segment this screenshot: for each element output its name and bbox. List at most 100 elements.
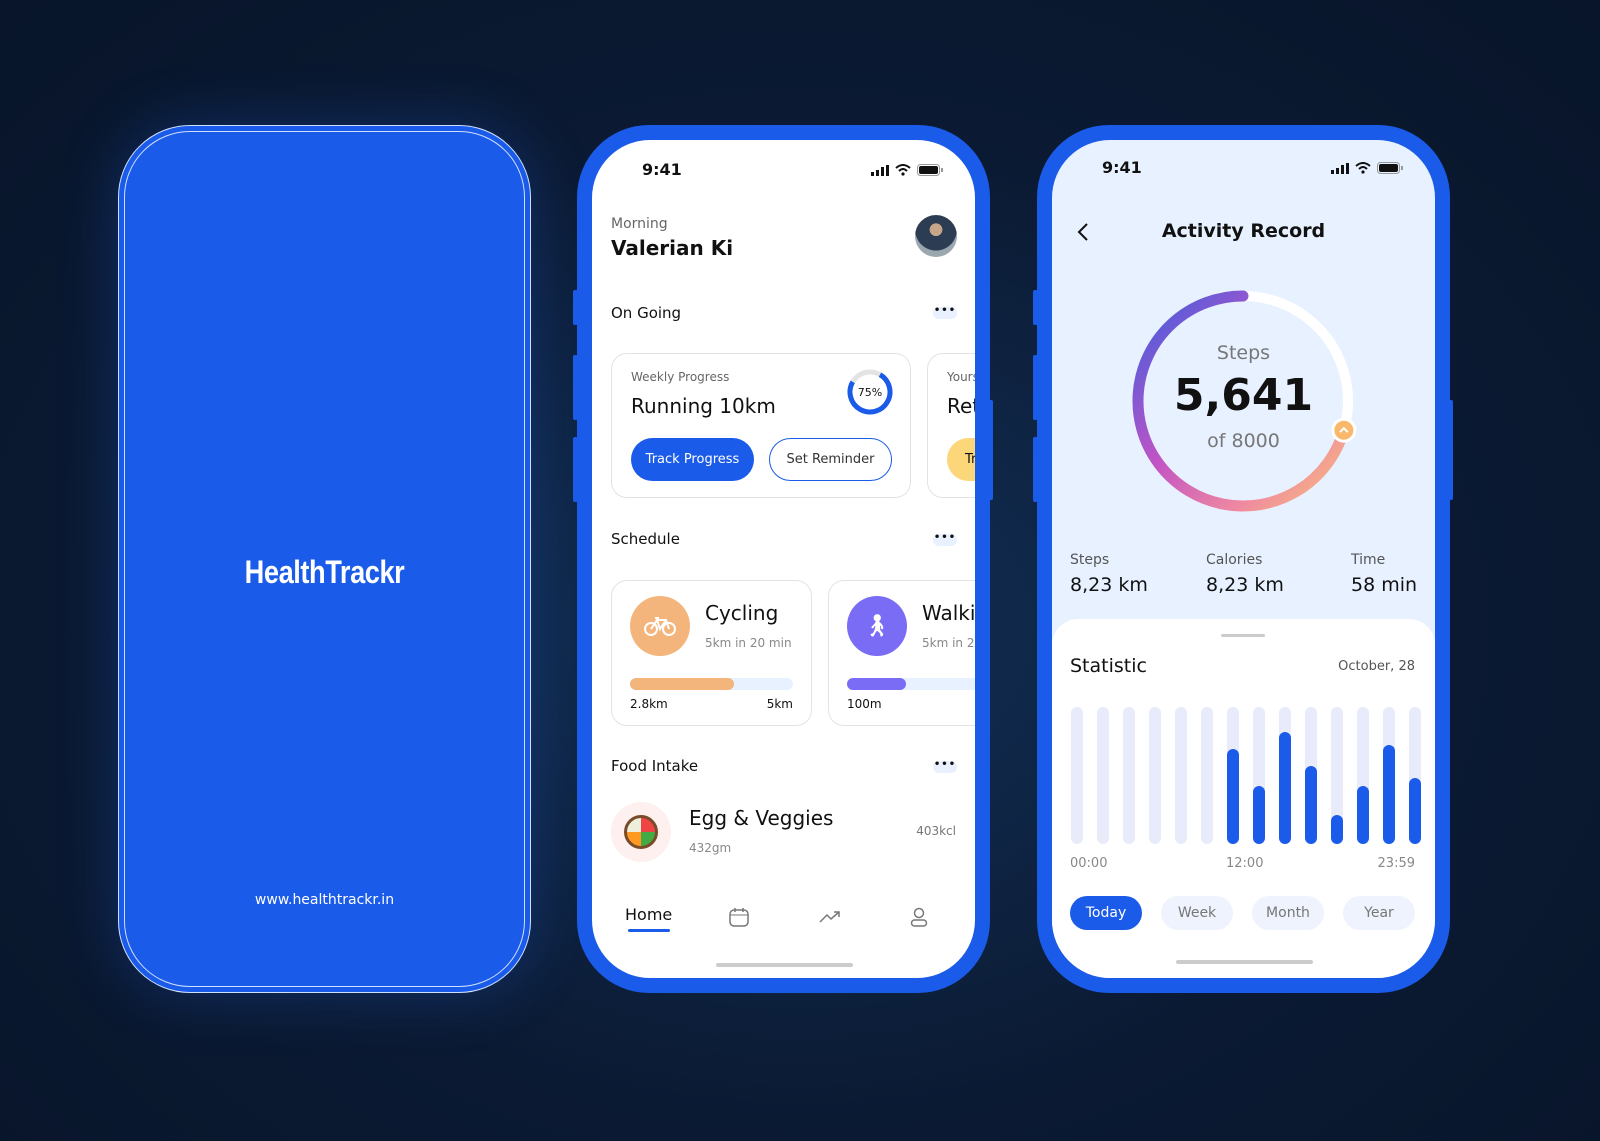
- progress-ring: 75%: [847, 369, 893, 415]
- stat-calories: Calories 8,23 km: [1206, 552, 1284, 596]
- stat-time: Time 58 min: [1351, 552, 1417, 596]
- nav-active-indicator: [628, 929, 670, 932]
- stat-value: 8,23 km: [1206, 574, 1284, 596]
- card2-label: Yours: [947, 370, 975, 384]
- schedule-sub: 5km in 20 min: [705, 636, 792, 650]
- avatar[interactable]: [915, 215, 957, 257]
- period-today[interactable]: Today: [1070, 896, 1142, 930]
- schedule-card-walking[interactable]: 🚶︎ Walki 5km in 20 100m: [828, 580, 975, 726]
- bar-track: [1227, 707, 1239, 844]
- period-week[interactable]: Week: [1161, 896, 1233, 930]
- stat-label: Calories: [1206, 552, 1263, 568]
- calendar-icon[interactable]: [729, 907, 749, 927]
- home-indicator: [716, 963, 853, 967]
- walking-icon: 🚶︎: [847, 596, 907, 656]
- bar-track: [1123, 707, 1135, 844]
- bar-track: [1279, 707, 1291, 844]
- schedule-name: Walki: [922, 601, 975, 625]
- bar[interactable]: [1357, 786, 1369, 844]
- stat-value: 8,23 km: [1070, 574, 1148, 596]
- period-year[interactable]: Year: [1343, 896, 1415, 930]
- card-title: Running 10km: [631, 394, 776, 418]
- statistic-date: October, 28: [1338, 659, 1415, 674]
- food-more-icon[interactable]: •••: [933, 760, 957, 773]
- bar[interactable]: [1279, 731, 1291, 844]
- stat-value: 58 min: [1351, 574, 1418, 596]
- website-link[interactable]: www.healthtrackr.in: [119, 892, 530, 908]
- x-tick: 12:00: [1226, 856, 1264, 871]
- progress-from: 100m: [847, 697, 882, 711]
- track-progress-button[interactable]: Track Progress: [631, 438, 754, 481]
- home-phone: 9:41 Morning Valerian Ki On Going ••• We…: [577, 125, 990, 993]
- set-reminder-button[interactable]: Set Reminder: [769, 438, 892, 481]
- ongoing-title: On Going: [611, 304, 682, 322]
- schedule-more-icon[interactable]: •••: [933, 533, 957, 546]
- status-icons: [871, 164, 943, 176]
- greeting: Morning: [611, 216, 668, 232]
- gauge-label: Steps: [1216, 342, 1271, 364]
- status-time: 9:41: [642, 160, 682, 179]
- stat-label: Time: [1351, 552, 1386, 568]
- bar-track: [1175, 707, 1187, 844]
- bar[interactable]: [1227, 749, 1239, 844]
- hourly-bar-chart: [1071, 707, 1421, 844]
- battery-icon: [1377, 162, 1403, 174]
- bar-track: [1097, 707, 1109, 844]
- x-tick: 00:00: [1070, 856, 1108, 871]
- bar-track: [1253, 707, 1265, 844]
- bar-track: [1357, 707, 1369, 844]
- food-kcal: 403kcl: [916, 824, 956, 838]
- bar[interactable]: [1383, 745, 1395, 844]
- food-name: Egg & Veggies: [689, 806, 834, 830]
- nav-home[interactable]: Home: [625, 905, 672, 924]
- battery-icon: [917, 164, 943, 176]
- bar-track: [1383, 707, 1395, 844]
- user-name: Valerian Ki: [611, 236, 734, 260]
- bar-track: [1149, 707, 1161, 844]
- home-indicator: [1176, 960, 1313, 964]
- card2-button[interactable]: Tr: [947, 438, 975, 481]
- home-screen: 9:41 Morning Valerian Ki On Going ••• We…: [592, 140, 975, 978]
- bar[interactable]: [1331, 815, 1343, 844]
- splash-phone: HealthTrackr www.healthtrackr.in: [118, 125, 531, 993]
- bar[interactable]: [1253, 786, 1265, 844]
- progress-percent: 75%: [858, 386, 882, 399]
- sheet-handle[interactable]: [1221, 634, 1265, 637]
- schedule-title: Schedule: [611, 530, 680, 548]
- bar-track: [1305, 707, 1317, 844]
- ongoing-card-2[interactable]: Yours Ret Tr: [927, 353, 975, 498]
- bar[interactable]: [1409, 778, 1421, 844]
- card-label: Weekly Progress: [631, 370, 730, 384]
- activity-phone: 9:41 Activity Record Steps 5,641 of 8000…: [1037, 125, 1450, 993]
- schedule-card-cycling[interactable]: Cycling 5km in 20 min 2.8km 5km: [611, 580, 812, 726]
- signal-icon: [1331, 162, 1349, 174]
- bar[interactable]: [1305, 765, 1317, 844]
- progress-from: 2.8km: [630, 697, 668, 711]
- profile-icon[interactable]: [910, 907, 928, 927]
- signal-icon: [871, 164, 889, 176]
- bicycle-icon: [630, 596, 690, 656]
- bar-track: [1071, 707, 1083, 844]
- bar-track: [1201, 707, 1213, 844]
- page-title: Activity Record: [1161, 220, 1326, 242]
- brand-logo: HealthTrackr: [244, 554, 405, 590]
- card2-title: Ret: [947, 394, 975, 418]
- trend-icon[interactable]: [819, 910, 841, 924]
- cycling-progress-bar: [630, 678, 793, 690]
- ongoing-card[interactable]: Weekly Progress Running 10km 75% Track P…: [611, 353, 911, 498]
- period-month[interactable]: Month: [1252, 896, 1324, 930]
- stat-label: Steps: [1070, 552, 1110, 568]
- x-tick: 23:59: [1377, 856, 1415, 871]
- ongoing-more-icon[interactable]: •••: [933, 306, 957, 319]
- wifi-icon: [1355, 162, 1371, 174]
- schedule-sub: 5km in 20: [922, 636, 975, 650]
- activity-screen: 9:41 Activity Record Steps 5,641 of 8000…: [1052, 140, 1435, 978]
- walking-progress-bar: [847, 678, 975, 690]
- progress-to: 5km: [766, 697, 793, 711]
- status-time: 9:41: [1102, 158, 1142, 177]
- wifi-icon: [895, 164, 911, 176]
- food-title: Food Intake: [611, 757, 699, 775]
- statistic-title: Statistic: [1070, 655, 1147, 677]
- stat-steps: Steps 8,23 km: [1070, 552, 1148, 596]
- bar-track: [1409, 707, 1421, 844]
